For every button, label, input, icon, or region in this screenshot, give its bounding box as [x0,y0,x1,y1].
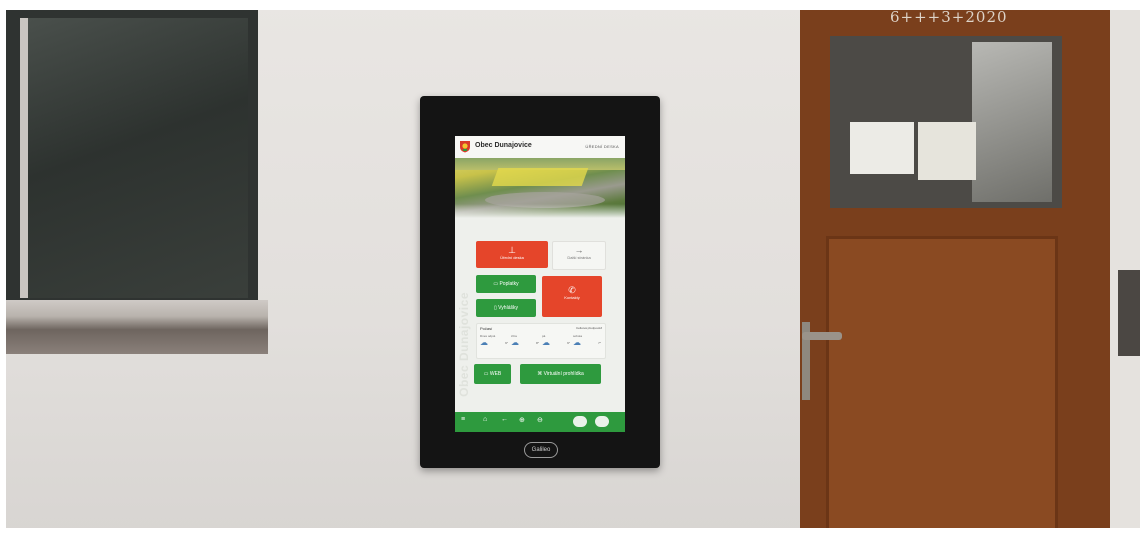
wall-window [6,10,258,306]
door-notice [918,122,976,180]
info-kiosk: Obec Dunajovice ÚŘEDNÍ DESKA Obec Dunajo… [420,96,660,468]
door-notice [850,122,914,174]
decrees-button[interactable]: ▯ Vyhlášky [476,299,536,317]
wall-box [1118,270,1140,356]
municipality-title: Obec Dunajovice [475,142,532,149]
weather-title: Počasí [480,326,493,331]
door-panel [826,236,1058,534]
screen-subtitle: ÚŘEDNÍ DESKA [585,144,619,149]
bottom-toolbar: ≡ ⌂ ← ⊕ ⊖ [455,412,625,432]
fees-button[interactable]: ▭ Poplatky [476,275,536,293]
side-watermark-text: Obec Dunajovice [457,292,471,397]
image-border-bottom [0,528,1140,534]
photo-scene: 6+++3+2020 Obec Dunajovice ÚŘEDNÍ DESKA [0,0,1140,534]
weather-day: Dnes odpol. ☁ 9° [480,334,508,347]
home-icon[interactable]: ⌂ [483,416,487,423]
window-sill [6,300,268,354]
zoom-in-icon[interactable]: ⊕ [519,416,525,424]
weather-day: zítra ☁ 8° [511,334,539,347]
official-board-button[interactable]: ⊥ Úřední deska [476,241,548,268]
weather-day: sobota ☁ 7° [573,334,601,347]
web-button[interactable]: ▭ WEB [474,364,511,384]
next-page-button[interactable]: → Další stránka [552,241,606,270]
web-label: WEB [489,371,502,377]
virtual-tour-button[interactable]: ⌘ Virtuální prohlídka [520,364,601,384]
virtual-tour-label: Virtuální prohlídka [543,371,584,377]
contrast-toggle[interactable] [573,416,587,427]
official-board-label: Úřední deska [500,255,524,260]
window-pane [20,18,248,298]
door-handle[interactable] [802,332,842,340]
accessibility-toggle[interactable] [595,416,609,427]
weather-widget[interactable]: Počasí Celková předpověď Dnes odpol. ☁ 9… [476,323,606,359]
screen-header: Obec Dunajovice ÚŘEDNÍ DESKA [455,136,625,158]
door-chalk-writing: 6+++3+2020 [890,8,1008,26]
phone-icon: ✆ [568,285,576,295]
zoom-out-icon[interactable]: ⊖ [537,416,543,424]
fees-label: Poplatky [499,281,519,287]
galileo-logo: Galileo [524,442,558,458]
weather-forecast-link[interactable]: Celková předpověď [576,326,602,330]
back-icon[interactable]: ← [501,416,508,423]
coat-of-arms-icon [460,141,470,153]
arrow-right-icon: → [574,245,584,255]
menu-icon[interactable]: ≡ [461,416,465,423]
weather-day: pá ☁ 9° [542,334,570,347]
stamp-icon: ⊥ [508,245,516,255]
wooden-door: 6+++3+2020 [800,8,1110,534]
next-page-label: Další stránka [567,255,591,260]
contacts-label: Kontakty [564,295,580,300]
village-aerial-photo [455,158,625,218]
decrees-label: Vyhlášky [498,305,518,311]
contacts-button[interactable]: ✆ Kontakty [542,276,602,317]
kiosk-screen[interactable]: Obec Dunajovice ÚŘEDNÍ DESKA Obec Dunajo… [455,136,625,432]
